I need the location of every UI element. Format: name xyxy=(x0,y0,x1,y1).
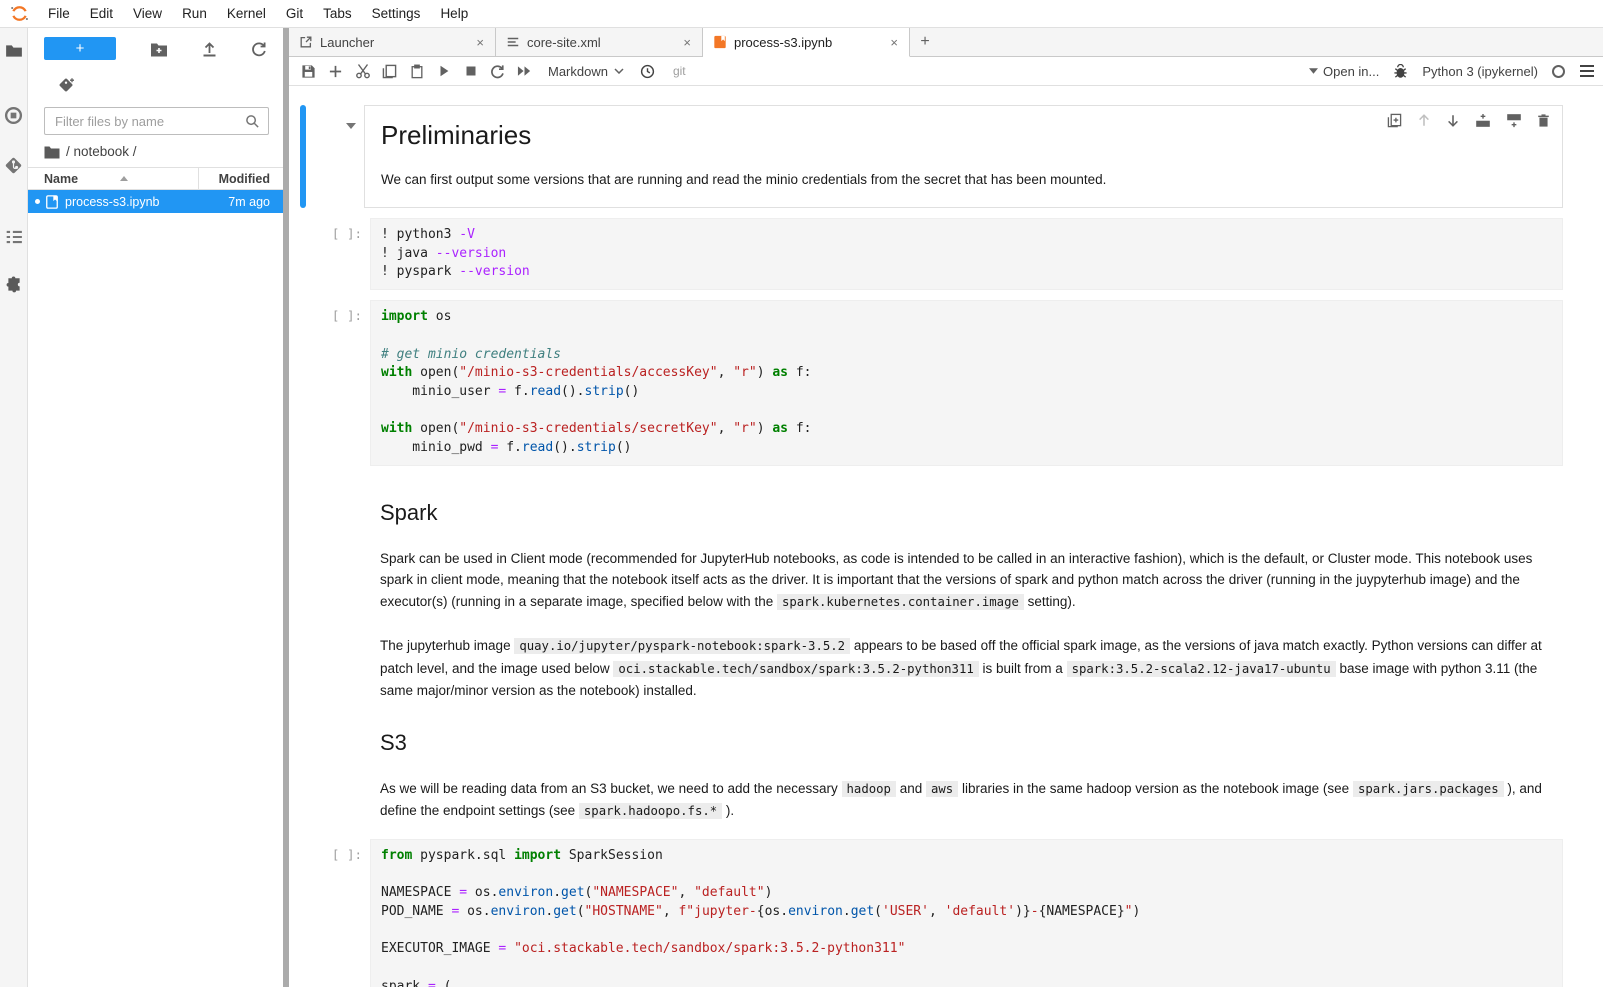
upload-icon[interactable] xyxy=(202,41,217,57)
history-clock-icon[interactable] xyxy=(634,59,661,83)
insert-cell-above-icon[interactable] xyxy=(1475,113,1491,128)
restart-run-all-icon[interactable] xyxy=(511,59,538,83)
unsaved-dot xyxy=(35,199,40,204)
code-cell-minio-credentials[interactable]: [ ]: import os # get minio credentialswi… xyxy=(289,300,1603,466)
table-of-contents-icon[interactable] xyxy=(5,228,23,246)
menu-item-settings[interactable]: Settings xyxy=(362,6,431,21)
cell-paragraph: We can first output some versions that a… xyxy=(381,172,1546,187)
new-folder-icon[interactable] xyxy=(150,41,168,57)
collapse-heading-icon[interactable] xyxy=(346,123,356,129)
cell-paragraph: As we will be reading data from an S3 bu… xyxy=(380,778,1553,823)
jupyter-logo-icon xyxy=(0,4,38,23)
markdown-cell-preliminaries[interactable]: Preliminaries We can first output some v… xyxy=(289,105,1603,208)
activity-bar xyxy=(0,28,28,987)
notebook-icon xyxy=(713,35,727,49)
tab-launcher[interactable]: Launcher × xyxy=(289,28,496,56)
menu-item-help[interactable]: Help xyxy=(430,6,478,21)
breadcrumb-path: / notebook / xyxy=(66,144,137,159)
insert-cell-below-icon[interactable] xyxy=(1506,113,1522,128)
debugger-bug-icon[interactable] xyxy=(1393,64,1408,79)
cell-heading: Preliminaries xyxy=(381,120,1546,151)
launcher-icon xyxy=(299,35,313,49)
cell-heading: Spark xyxy=(380,500,1553,526)
markdown-cell-spark[interactable]: Spark Spark can be used in Client mode (… xyxy=(289,476,1603,702)
menu-item-view[interactable]: View xyxy=(123,6,172,21)
paste-icon[interactable] xyxy=(403,59,430,83)
open-in-dropdown[interactable]: Open in... xyxy=(1309,64,1379,79)
chevron-down-icon xyxy=(614,68,624,74)
code-editor[interactable]: from pyspark.sql import SparkSession NAM… xyxy=(370,839,1563,987)
file-browser-tab-folder-icon[interactable] xyxy=(5,42,23,60)
copy-icon[interactable] xyxy=(376,59,403,83)
menu-item-git[interactable]: Git xyxy=(276,6,313,21)
code-editor[interactable]: ! python3 -V! java --version! pyspark --… xyxy=(370,218,1563,290)
cell-prompt: [ ]: xyxy=(306,218,370,290)
menu-item-file[interactable]: File xyxy=(38,6,80,21)
tab-process-s3-ipynb[interactable]: process-s3.ipynb × xyxy=(703,28,910,57)
text-file-icon xyxy=(506,35,520,49)
notebook-content: Preliminaries We can first output some v… xyxy=(289,86,1603,987)
restart-kernel-icon[interactable] xyxy=(484,59,511,83)
cell-prompt: [ ]: xyxy=(306,839,370,987)
file-list-header: Name Modified xyxy=(28,167,283,190)
file-row-process-s3[interactable]: process-s3.ipynb 7m ago xyxy=(28,190,283,213)
filter-files-input[interactable] xyxy=(44,107,269,135)
caret-down-icon xyxy=(1309,68,1318,74)
delete-cell-icon[interactable] xyxy=(1537,113,1550,128)
kernel-status-icon[interactable] xyxy=(1552,65,1565,78)
sort-ascending-icon xyxy=(120,176,128,181)
duplicate-cell-icon[interactable] xyxy=(1387,113,1402,128)
new-tag-icon[interactable] xyxy=(58,76,283,94)
column-header-name[interactable]: Name xyxy=(28,168,199,189)
menu-item-edit[interactable]: Edit xyxy=(80,6,123,21)
cell-type-dropdown[interactable]: Markdown xyxy=(548,64,624,79)
git-sidebar-icon[interactable] xyxy=(4,156,23,175)
cell-paragraph: The jupyterhub image quay.io/jupyter/pys… xyxy=(380,635,1553,702)
file-browser-toolbar: + xyxy=(28,28,283,60)
stop-icon[interactable] xyxy=(457,59,484,83)
extensions-puzzle-icon[interactable] xyxy=(5,276,23,294)
menu-item-run[interactable]: Run xyxy=(172,6,217,21)
cell-paragraph: Spark can be used in Client mode (recomm… xyxy=(380,548,1553,614)
cell-toolbar xyxy=(1381,109,1556,132)
close-tab-icon[interactable]: × xyxy=(680,35,694,50)
code-cell-versions[interactable]: [ ]: ! python3 -V! java --version! pyspa… xyxy=(289,218,1603,290)
file-modified: 7m ago xyxy=(199,195,283,209)
file-browser-git-row xyxy=(28,60,283,94)
search-icon xyxy=(245,114,260,129)
menu-bar: File Edit View Run Kernel Git Tabs Setti… xyxy=(0,0,1603,28)
cell-prompt: [ ]: xyxy=(306,300,370,466)
markdown-cell-s3[interactable]: S3 As we will be reading data from an S3… xyxy=(289,706,1603,823)
menu-item-tabs[interactable]: Tabs xyxy=(313,6,362,21)
close-tab-icon[interactable]: × xyxy=(887,35,901,50)
new-tab-button[interactable]: + xyxy=(910,28,940,56)
new-launcher-button[interactable]: + xyxy=(44,37,116,60)
running-kernels-icon[interactable] xyxy=(4,106,23,125)
code-cell-spark-session[interactable]: [ ]: from pyspark.sql import SparkSessio… xyxy=(289,839,1603,987)
column-header-modified[interactable]: Modified xyxy=(199,172,283,186)
cell-heading: S3 xyxy=(380,730,1553,756)
tab-bar: Launcher × core-site.xml × process-s3.ip… xyxy=(289,28,1603,57)
add-cell-icon[interactable] xyxy=(322,59,349,83)
kernel-name[interactable]: Python 3 (ipykernel) xyxy=(1422,64,1538,79)
refresh-icon[interactable] xyxy=(251,41,267,57)
close-tab-icon[interactable]: × xyxy=(473,35,487,50)
breadcrumb[interactable]: / notebook / xyxy=(28,135,283,167)
move-cell-up-icon[interactable] xyxy=(1417,113,1431,128)
toolbar-menu-icon[interactable] xyxy=(1579,64,1595,78)
cut-icon[interactable] xyxy=(349,59,376,83)
save-icon[interactable] xyxy=(295,59,322,83)
code-editor[interactable]: import os # get minio credentialswith op… xyxy=(370,300,1563,466)
breadcrumb-folder-icon xyxy=(44,145,60,159)
run-icon[interactable] xyxy=(430,59,457,83)
file-name: process-s3.ipynb xyxy=(59,195,199,209)
tab-core-site-xml[interactable]: core-site.xml × xyxy=(496,28,703,56)
git-status-label: git xyxy=(673,64,686,78)
menu-item-kernel[interactable]: Kernel xyxy=(217,6,276,21)
move-cell-down-icon[interactable] xyxy=(1446,113,1460,128)
file-browser-panel: + / notebook / xyxy=(28,28,283,987)
notebook-file-icon xyxy=(45,195,59,209)
notebook-toolbar: Markdown git Open in... Python 3 (ipyker… xyxy=(289,57,1603,86)
